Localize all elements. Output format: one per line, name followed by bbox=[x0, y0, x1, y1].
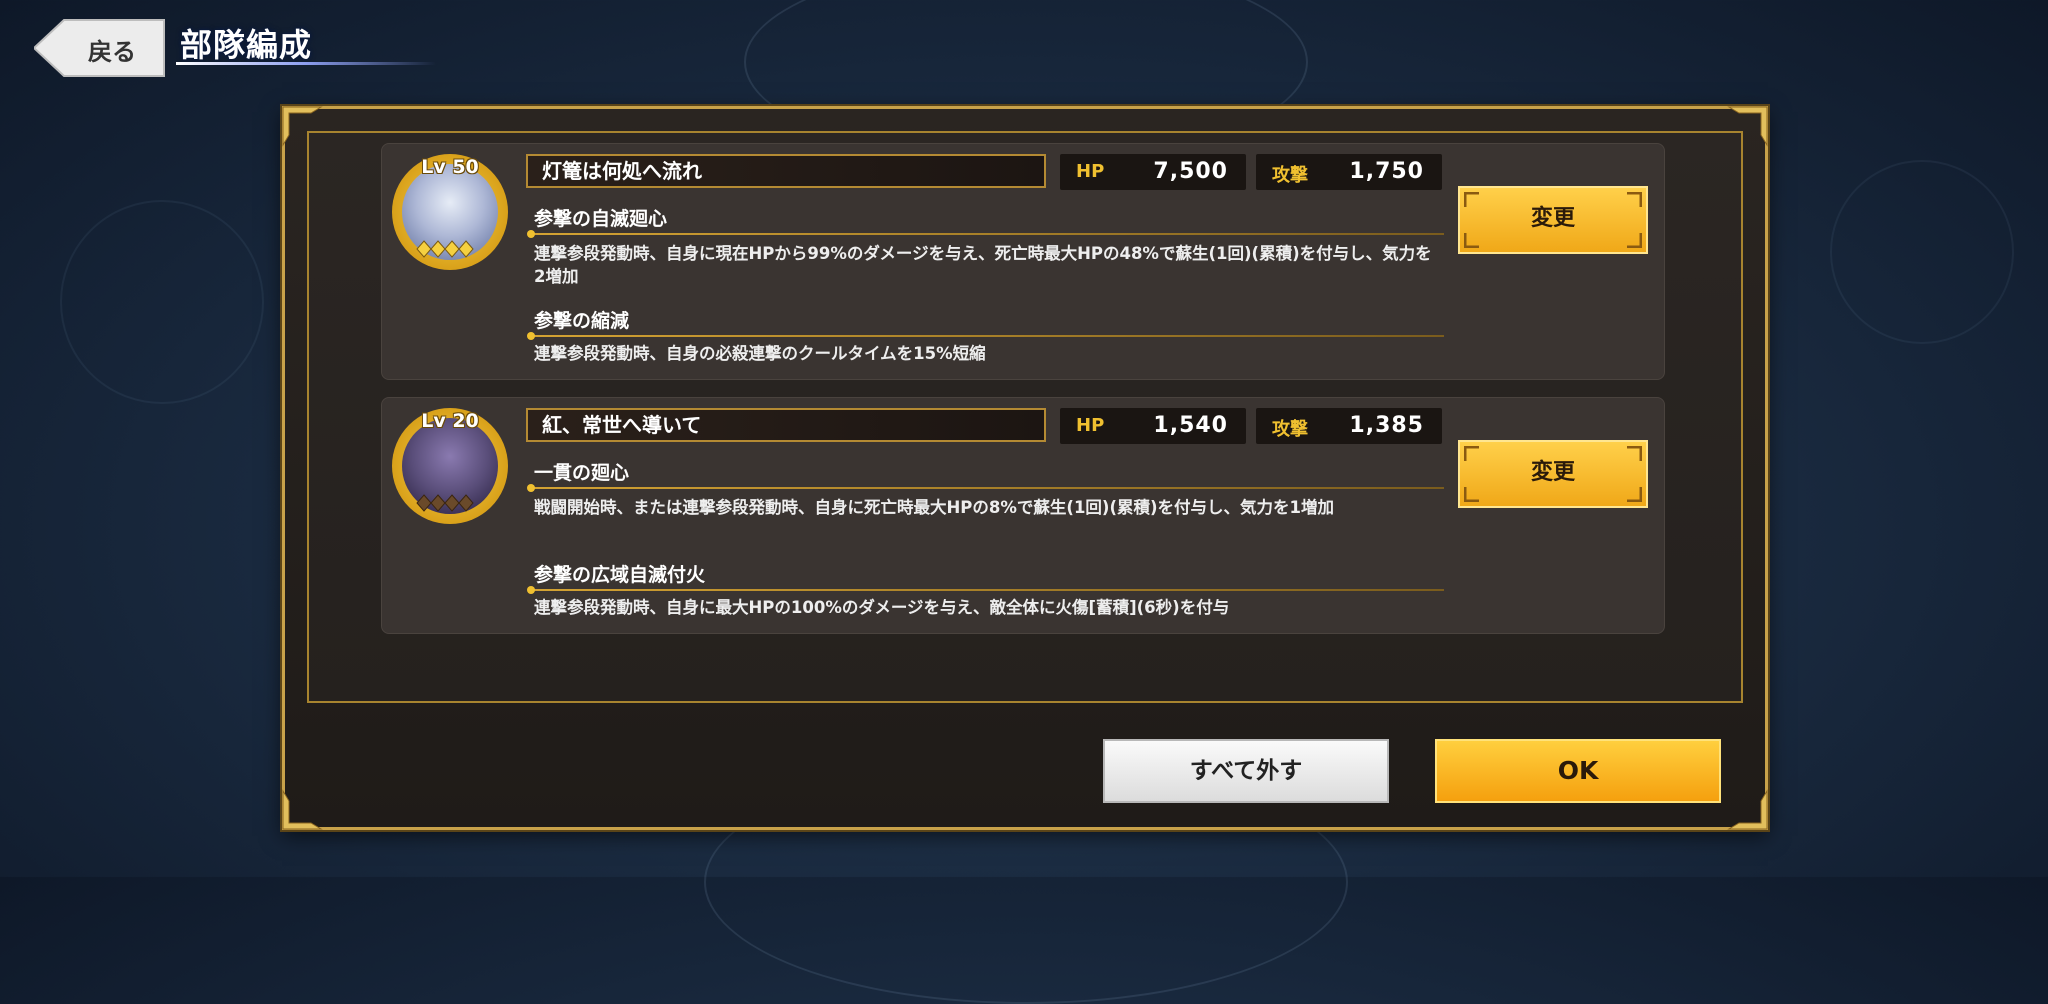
unit-card: Lv 50 灯篭は何処へ流れ HP 7,500 攻撃 1,750 変更 参撃の自… bbox=[381, 143, 1665, 380]
change-unit-button[interactable]: 変更 bbox=[1458, 440, 1648, 508]
unit-name: 紅、常世へ導いて bbox=[526, 408, 1046, 442]
skill-divider bbox=[530, 589, 1444, 591]
bracket-ornament-icon bbox=[1627, 192, 1642, 207]
unit-avatar[interactable]: Lv 50 bbox=[392, 154, 508, 270]
hp-stat: HP 7,500 bbox=[1060, 154, 1246, 190]
unit-list-panel: Lv 50 灯篭は何処へ流れ HP 7,500 攻撃 1,750 変更 参撃の自… bbox=[307, 131, 1743, 703]
change-button-label: 変更 bbox=[1530, 460, 1575, 485]
skill-divider bbox=[530, 233, 1444, 235]
attack-value: 1,750 bbox=[1349, 159, 1424, 184]
skill-title: 一貫の廻心 bbox=[534, 462, 630, 484]
bracket-ornament-icon bbox=[1627, 446, 1642, 461]
rarity-diamonds-icon bbox=[416, 240, 474, 258]
hp-label: HP bbox=[1076, 161, 1105, 182]
rarity-diamonds-icon bbox=[416, 494, 474, 512]
back-button-label: 戻る bbox=[88, 38, 136, 66]
hp-label: HP bbox=[1076, 415, 1105, 436]
bracket-ornament-icon bbox=[1464, 446, 1479, 461]
unit-avatar[interactable]: Lv 20 bbox=[392, 408, 508, 524]
skill-title: 参撃の広域自滅付火 bbox=[534, 564, 706, 586]
bracket-ornament-icon bbox=[1464, 487, 1479, 502]
skill-dot bbox=[527, 332, 535, 340]
title-underline bbox=[176, 62, 436, 65]
skill-divider bbox=[530, 487, 1444, 489]
bracket-ornament-icon bbox=[1464, 233, 1479, 248]
skill-title: 参撃の縮減 bbox=[534, 310, 630, 332]
bracket-ornament-icon bbox=[1464, 192, 1479, 207]
hp-stat: HP 1,540 bbox=[1060, 408, 1246, 444]
ok-button[interactable]: OK bbox=[1435, 739, 1721, 803]
unit-name: 灯篭は何処へ流れ bbox=[526, 154, 1046, 188]
formation-dialog: Lv 50 灯篭は何処へ流れ HP 7,500 攻撃 1,750 変更 参撃の自… bbox=[282, 106, 1768, 830]
attack-value: 1,385 bbox=[1349, 413, 1424, 438]
skill-dot bbox=[527, 586, 535, 594]
attack-stat: 攻撃 1,750 bbox=[1256, 154, 1442, 190]
hp-value: 7,500 bbox=[1153, 159, 1228, 184]
attack-label: 攻撃 bbox=[1272, 165, 1308, 186]
remove-all-button[interactable]: すべて外す bbox=[1103, 739, 1389, 803]
corner-ornament-icon bbox=[282, 789, 323, 830]
bracket-ornament-icon bbox=[1627, 487, 1642, 502]
unit-level: Lv 50 bbox=[421, 156, 479, 178]
unit-level: Lv 20 bbox=[421, 410, 479, 432]
skill-divider bbox=[530, 335, 1444, 337]
page-title: 部隊編成 bbox=[180, 26, 313, 64]
skill-description: 連撃参段発動時、自身に現在HPから99%のダメージを与え、死亡時最大HPの48%… bbox=[534, 244, 1432, 286]
bracket-ornament-icon bbox=[1627, 233, 1642, 248]
skill-title: 参撃の自滅廻心 bbox=[534, 208, 668, 230]
skill-dot bbox=[527, 230, 535, 238]
attack-stat: 攻撃 1,385 bbox=[1256, 408, 1442, 444]
skill-description: 連撃参段発動時、自身の必殺連撃のクールタイムを15%短縮 bbox=[534, 344, 986, 363]
skill-description: 戦闘開始時、または連撃参段発動時、自身に死亡時最大HPの8%で蘇生(1回)(累積… bbox=[534, 498, 1335, 517]
hp-value: 1,540 bbox=[1153, 413, 1228, 438]
corner-ornament-icon bbox=[1727, 789, 1768, 830]
change-button-label: 変更 bbox=[1530, 206, 1575, 231]
unit-card: Lv 20 紅、常世へ導いて HP 1,540 攻撃 1,385 変更 一貫の廻… bbox=[381, 397, 1665, 634]
back-button[interactable]: 戻る bbox=[34, 18, 165, 77]
attack-label: 攻撃 bbox=[1272, 419, 1308, 440]
change-unit-button[interactable]: 変更 bbox=[1458, 186, 1648, 254]
skill-description: 連撃参段発動時、自身に最大HPの100%のダメージを与え、敵全体に火傷[蓄積](… bbox=[534, 598, 1230, 617]
skill-dot bbox=[527, 484, 535, 492]
